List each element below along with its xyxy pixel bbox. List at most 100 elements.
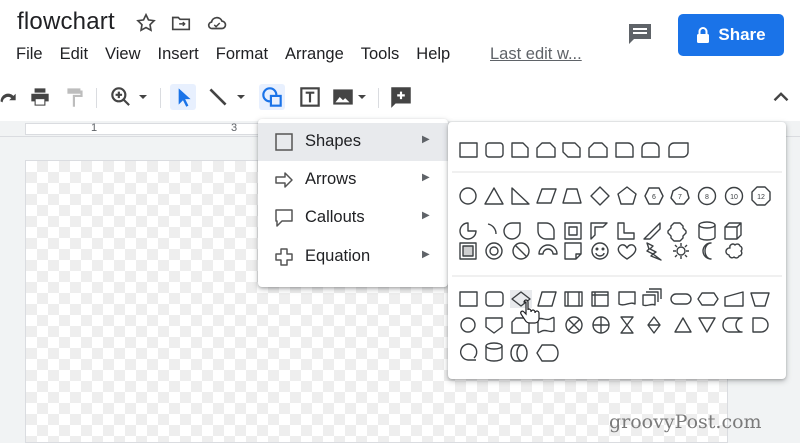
menu-insert[interactable]: Insert — [158, 45, 199, 65]
shape-diamond-icon[interactable] — [590, 186, 610, 206]
shape-flowchart-sort-icon[interactable] — [647, 316, 661, 334]
shape-donut-icon[interactable] — [485, 242, 503, 260]
move-folder-icon[interactable] — [170, 12, 192, 34]
shape-flowchart-or-icon[interactable] — [592, 316, 610, 334]
comment-icon[interactable] — [627, 22, 653, 46]
menu-item-arrows[interactable]: Arrows ▶ — [258, 161, 448, 199]
shape-can-icon[interactable] — [698, 221, 716, 241]
star-icon[interactable] — [135, 12, 157, 34]
print-icon[interactable] — [27, 84, 53, 110]
shape-flowchart-merge-icon[interactable] — [698, 317, 716, 333]
shape-cube-icon[interactable] — [724, 222, 742, 240]
menu-arrange[interactable]: Arrange — [285, 45, 344, 65]
shape-bevel-icon[interactable] — [459, 242, 477, 260]
shape-flowchart-offpage-connector-icon[interactable] — [485, 317, 503, 334]
menu-item-shapes[interactable]: Shapes ▶ — [258, 123, 448, 161]
share-button[interactable]: Share — [678, 14, 784, 56]
shape-octagon-icon[interactable]: 8 — [697, 186, 717, 206]
zoom-dropdown-icon[interactable] — [136, 84, 150, 110]
line-icon[interactable] — [205, 84, 231, 110]
menu-tools[interactable]: Tools — [361, 45, 400, 65]
shape-plaque-icon[interactable] — [667, 222, 687, 242]
shape-right-triangle-icon[interactable] — [511, 187, 530, 205]
menu-view[interactable]: View — [105, 45, 140, 65]
last-edit-link[interactable]: Last edit w... — [490, 45, 582, 64]
shape-flowchart-manual-operation-icon[interactable] — [750, 292, 770, 307]
shape-flowchart-display-icon[interactable] — [536, 344, 559, 362]
shape-heptagon-icon[interactable]: 7 — [670, 186, 690, 205]
menu-edit[interactable]: Edit — [60, 45, 88, 65]
menu-help[interactable]: Help — [416, 45, 450, 65]
shape-teardrop-icon[interactable] — [503, 222, 521, 240]
shape-flowchart-document-icon[interactable] — [618, 291, 636, 306]
menu-item-callouts[interactable]: Callouts ▶ — [258, 199, 448, 237]
shape-hexagon-icon[interactable]: 6 — [644, 187, 664, 205]
shape-l-shape-icon[interactable] — [617, 222, 635, 240]
shape-chord-icon[interactable] — [487, 223, 497, 235]
shape-round-corner-icon[interactable] — [615, 142, 634, 158]
shape-flowchart-direct-access-icon[interactable] — [510, 344, 528, 362]
shape-flowchart-manual-input-icon[interactable] — [724, 291, 744, 307]
shape-flowchart-multidocument-icon[interactable] — [642, 288, 662, 307]
shape-sun-icon[interactable] — [673, 243, 689, 259]
collapse-toolbar-icon[interactable] — [768, 84, 794, 110]
shape-frame-icon[interactable] — [537, 222, 555, 240]
shape-flowchart-process-icon[interactable] — [459, 291, 478, 307]
add-comment-icon[interactable] — [388, 84, 414, 110]
paint-format-icon[interactable] — [62, 84, 88, 110]
shape-flowchart-stored-data-icon[interactable] — [722, 317, 743, 333]
shape-round-same-side-icon[interactable] — [641, 142, 660, 158]
shape-decagon-icon[interactable]: 10 — [724, 186, 744, 206]
shape-smiley-icon[interactable] — [591, 242, 609, 260]
menu-format[interactable]: Format — [216, 45, 268, 65]
shape-flowchart-magnetic-disk-icon[interactable] — [485, 342, 503, 362]
shape-icon[interactable] — [259, 84, 285, 110]
shape-pie-icon[interactable] — [459, 222, 477, 240]
text-box-icon[interactable] — [297, 84, 323, 110]
shape-rounded-rectangle-icon[interactable] — [485, 142, 504, 158]
shape-moon-icon[interactable] — [702, 242, 712, 260]
shape-flowchart-delay-icon[interactable] — [752, 317, 769, 333]
shape-rectangle-icon[interactable] — [459, 142, 478, 158]
menu-item-equation[interactable]: Equation ▶ — [258, 238, 448, 276]
shape-half-frame-icon[interactable] — [590, 222, 608, 240]
zoom-icon[interactable] — [108, 84, 134, 110]
shape-flowchart-predefined-process-icon[interactable] — [564, 291, 583, 307]
menu-file[interactable]: File — [16, 45, 43, 65]
image-icon[interactable] — [330, 84, 356, 110]
shape-folded-corner-icon[interactable] — [564, 242, 582, 260]
shape-cloud-icon[interactable] — [725, 243, 743, 259]
cloud-saved-icon[interactable] — [206, 12, 228, 34]
shape-parallelogram-icon[interactable] — [536, 188, 557, 204]
shape-flowchart-internal-storage-icon[interactable] — [591, 291, 609, 307]
line-dropdown-icon[interactable] — [234, 84, 248, 110]
shape-triangle-icon[interactable] — [484, 187, 504, 205]
shape-flowchart-extract-icon[interactable] — [674, 317, 692, 333]
shape-flowchart-connector-icon[interactable] — [460, 317, 476, 333]
doc-title[interactable]: flowchart — [17, 8, 115, 36]
image-dropdown-icon[interactable] — [355, 84, 369, 110]
shape-trapezoid-icon[interactable] — [562, 188, 582, 204]
shape-flowchart-alternate-process-icon[interactable] — [485, 291, 504, 307]
shape-flowchart-preparation-icon[interactable] — [697, 292, 719, 306]
shape-lightning-icon[interactable] — [646, 242, 662, 261]
shape-diagonal-stripe-icon[interactable] — [643, 222, 661, 240]
shape-pentagon-icon[interactable] — [617, 186, 637, 205]
shape-no-symbol-icon[interactable] — [512, 242, 530, 260]
shape-flowchart-data-icon[interactable] — [537, 291, 557, 307]
shape-dodecagon-icon[interactable]: 12 — [751, 186, 771, 206]
shape-flowchart-summing-junction-icon[interactable] — [565, 316, 583, 334]
shape-round-diagonal-icon[interactable] — [668, 142, 689, 158]
shape-heart-icon[interactable] — [617, 244, 637, 260]
redo-icon[interactable] — [0, 84, 20, 110]
shape-block-arc-icon[interactable] — [538, 244, 558, 255]
shape-snip-same-side-icon[interactable] — [536, 142, 556, 158]
shape-flowchart-sequential-access-icon[interactable] — [459, 343, 478, 361]
shape-flowchart-terminator-icon[interactable] — [670, 293, 692, 305]
shape-oval-icon[interactable] — [459, 187, 477, 205]
shape-frame-square-icon[interactable] — [564, 222, 582, 240]
shape-flowchart-collate-icon[interactable] — [620, 316, 634, 334]
shape-flowchart-punched-tape-icon[interactable] — [537, 316, 555, 334]
shape-snip-corner-rectangle-icon[interactable] — [511, 142, 529, 158]
select-cursor-icon[interactable] — [170, 84, 196, 110]
